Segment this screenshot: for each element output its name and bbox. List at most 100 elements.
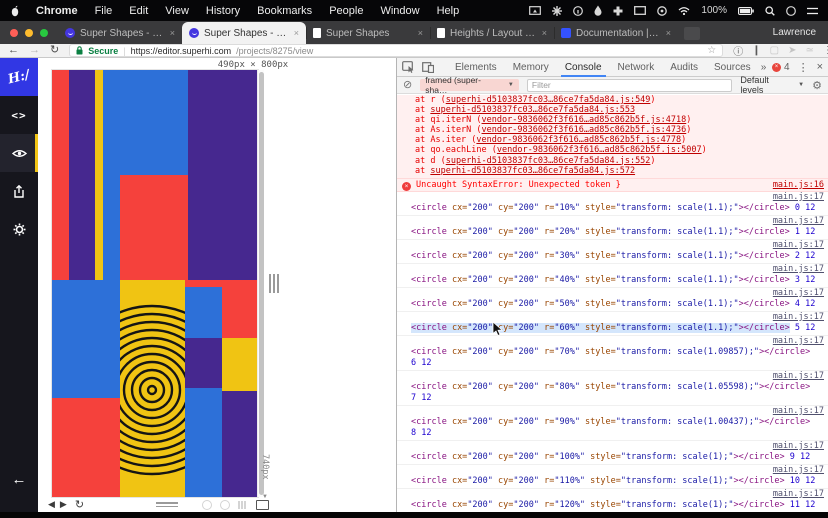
menu-item-help[interactable]: Help bbox=[437, 5, 460, 17]
tab-close-icon[interactable]: × bbox=[666, 28, 671, 38]
menu-item-edit[interactable]: Edit bbox=[129, 5, 148, 17]
menu-item-view[interactable]: View bbox=[165, 5, 189, 17]
address-bar[interactable]: Secure | https://editor.superhi.com/proj… bbox=[69, 44, 723, 57]
devtools-menu-icon[interactable]: ⋮ bbox=[798, 61, 809, 74]
menu-item-window[interactable]: Window bbox=[380, 5, 419, 17]
devtools-tab-sources[interactable]: Sources bbox=[706, 58, 759, 77]
clear-console-icon[interactable]: ⊘ bbox=[403, 80, 412, 91]
record-icon[interactable] bbox=[657, 6, 667, 16]
desktop-view-button[interactable] bbox=[256, 500, 269, 510]
extension-icon[interactable] bbox=[613, 6, 623, 16]
menu-item-bookmarks[interactable]: Bookmarks bbox=[257, 5, 312, 17]
log-levels-dropdown[interactable]: Default levels ▼ bbox=[740, 75, 804, 95]
window-icon[interactable] bbox=[634, 6, 646, 15]
spotlight-icon[interactable] bbox=[765, 6, 775, 16]
info-extension-icon[interactable]: ⓘ bbox=[733, 43, 743, 58]
apple-menu-icon[interactable] bbox=[10, 5, 20, 17]
stack-source-link[interactable]: vendor-9836062f3f616…ad85c862b5f.js:4778 bbox=[476, 135, 681, 145]
minimize-window-button[interactable] bbox=[25, 29, 33, 37]
inspect-element-icon[interactable] bbox=[402, 61, 415, 73]
tab-close-icon[interactable]: × bbox=[542, 28, 547, 38]
disabled-extension-icon[interactable]: ▢ bbox=[770, 45, 779, 56]
stack-source-link[interactable]: vendor-9836062f3f616…ad85c862b5f.js:4718 bbox=[482, 115, 687, 125]
stack-source-link[interactable]: superhi-d5103837fc03…86ce7fa5da84.js:552 bbox=[446, 156, 651, 166]
preview-drag-handle[interactable] bbox=[156, 502, 178, 507]
preview-back-button[interactable]: ◀ bbox=[48, 499, 55, 510]
log-source-link[interactable]: main.js:17 bbox=[773, 216, 824, 226]
log-source-link[interactable]: main.js:17 bbox=[773, 312, 824, 322]
error-badge[interactable]: × 4 bbox=[772, 62, 790, 73]
devtools-tab-network[interactable]: Network bbox=[610, 58, 663, 77]
log-source-link[interactable]: main.js:17 bbox=[773, 371, 824, 381]
log-source-link[interactable]: main.js:17 bbox=[773, 288, 824, 298]
chrome-menu-icon[interactable]: ⋮ bbox=[823, 45, 828, 56]
browser-tab[interactable]: Heights / Layout / Docs / TAC× bbox=[430, 22, 554, 44]
devtools-tab-memory[interactable]: Memory bbox=[505, 58, 557, 77]
scrollbar-thumb[interactable] bbox=[259, 72, 264, 495]
disabled-extension-icon[interactable]: ➤ bbox=[788, 45, 796, 56]
stack-source-link[interactable]: superhi-d5103837fc03…86ce7fa5da84.js:553 bbox=[430, 105, 635, 115]
settings-gear-button[interactable] bbox=[0, 210, 38, 248]
devtools-tab-audits[interactable]: Audits bbox=[662, 58, 706, 77]
browser-tab[interactable]: Documentation | anime.js× bbox=[554, 22, 678, 44]
more-tabs-chevron[interactable]: » bbox=[761, 62, 767, 73]
preview-eye-button[interactable] bbox=[0, 134, 38, 172]
profile-name[interactable]: Lawrence bbox=[773, 27, 816, 38]
menu-item-file[interactable]: File bbox=[95, 5, 113, 17]
drop-icon[interactable] bbox=[594, 5, 602, 16]
browser-tab[interactable]: Super Shapes× bbox=[306, 22, 430, 44]
notification-center-icon[interactable] bbox=[807, 7, 818, 15]
devtools-tab-elements[interactable]: Elements bbox=[447, 58, 505, 77]
screen-share-icon[interactable] bbox=[529, 6, 541, 15]
log-source-link[interactable]: main.js:17 bbox=[773, 192, 824, 202]
stack-source-link[interactable]: superhi-d5103837fc03…86ce7fa5da84.js:572 bbox=[430, 166, 635, 176]
share-button[interactable] bbox=[0, 172, 38, 210]
bookmark-star-icon[interactable]: ☆ bbox=[707, 45, 716, 56]
devtools-tab-console[interactable]: Console bbox=[557, 58, 610, 77]
menu-item-people[interactable]: People bbox=[329, 5, 363, 17]
tab-close-icon[interactable]: × bbox=[294, 28, 299, 38]
log-source-link[interactable]: main.js:17 bbox=[773, 441, 824, 451]
code-editor-button[interactable]: <> bbox=[0, 96, 38, 134]
flower-icon[interactable] bbox=[552, 6, 562, 16]
log-source-link[interactable]: main.js:17 bbox=[773, 465, 824, 475]
console-filter-input[interactable] bbox=[527, 79, 732, 92]
new-tab-button[interactable] bbox=[684, 27, 700, 40]
browser-tab[interactable]: Super Shapes - SuperHi× bbox=[58, 22, 182, 44]
console-output[interactable]: at Array.reduce (<anonymous>)at r (super… bbox=[397, 95, 828, 512]
back-button[interactable]: ← bbox=[8, 45, 19, 56]
wifi-icon[interactable] bbox=[678, 6, 690, 15]
log-source-link[interactable]: main.js:17 bbox=[773, 489, 824, 499]
stack-source-link[interactable]: superhi-d5103837fc03…86ce7fa5da84.js:549 bbox=[446, 95, 651, 105]
log-source-link[interactable]: main.js:17 bbox=[773, 264, 824, 274]
log-source-link[interactable]: main.js:17 bbox=[773, 336, 824, 346]
preview-refresh-button[interactable]: ↻ bbox=[75, 498, 84, 511]
disabled-extension-icon[interactable]: ≃ bbox=[805, 45, 813, 56]
menu-item-history[interactable]: History bbox=[206, 5, 240, 17]
stack-source-link[interactable]: vendor-9836062f3f616…ad85c862b5f.js:5007 bbox=[497, 145, 702, 155]
superhi-logo[interactable]: H:/ bbox=[0, 58, 38, 96]
devtools-settings-icon[interactable]: ⚙ bbox=[812, 79, 822, 92]
device-toolbar-icon[interactable] bbox=[422, 61, 434, 73]
menu-item-chrome[interactable]: Chrome bbox=[36, 5, 78, 17]
info-circle-icon[interactable] bbox=[573, 6, 583, 16]
tab-close-icon[interactable]: × bbox=[418, 28, 423, 38]
forward-button[interactable]: → bbox=[29, 45, 40, 56]
tab-close-icon[interactable]: × bbox=[170, 28, 175, 38]
log-source-link[interactable]: main.js:17 bbox=[773, 406, 824, 416]
execution-context-selector[interactable]: framed (super-sha… ▼ bbox=[420, 79, 519, 91]
bar-extension-icon[interactable]: ❙ bbox=[752, 45, 760, 56]
devtools-close-icon[interactable]: × bbox=[817, 61, 823, 73]
browser-tab[interactable]: Super Shapes - SuperHi× bbox=[182, 22, 306, 44]
stack-source-link[interactable]: vendor-9836062f3f616…ad85c862b5f.js:4736 bbox=[482, 125, 687, 135]
reload-button[interactable]: ↻ bbox=[50, 45, 59, 56]
back-button[interactable]: ← bbox=[0, 460, 38, 498]
preview-forward-button[interactable]: ▶ bbox=[60, 499, 67, 510]
preview-scrollbar[interactable] bbox=[257, 70, 264, 497]
siri-icon[interactable] bbox=[786, 6, 796, 16]
zoom-window-button[interactable] bbox=[40, 29, 48, 37]
error-source-link[interactable]: main.js:16 bbox=[773, 179, 824, 191]
pane-resize-handle[interactable] bbox=[269, 274, 279, 293]
log-source-link[interactable]: main.js:17 bbox=[773, 240, 824, 250]
close-window-button[interactable] bbox=[10, 29, 18, 37]
